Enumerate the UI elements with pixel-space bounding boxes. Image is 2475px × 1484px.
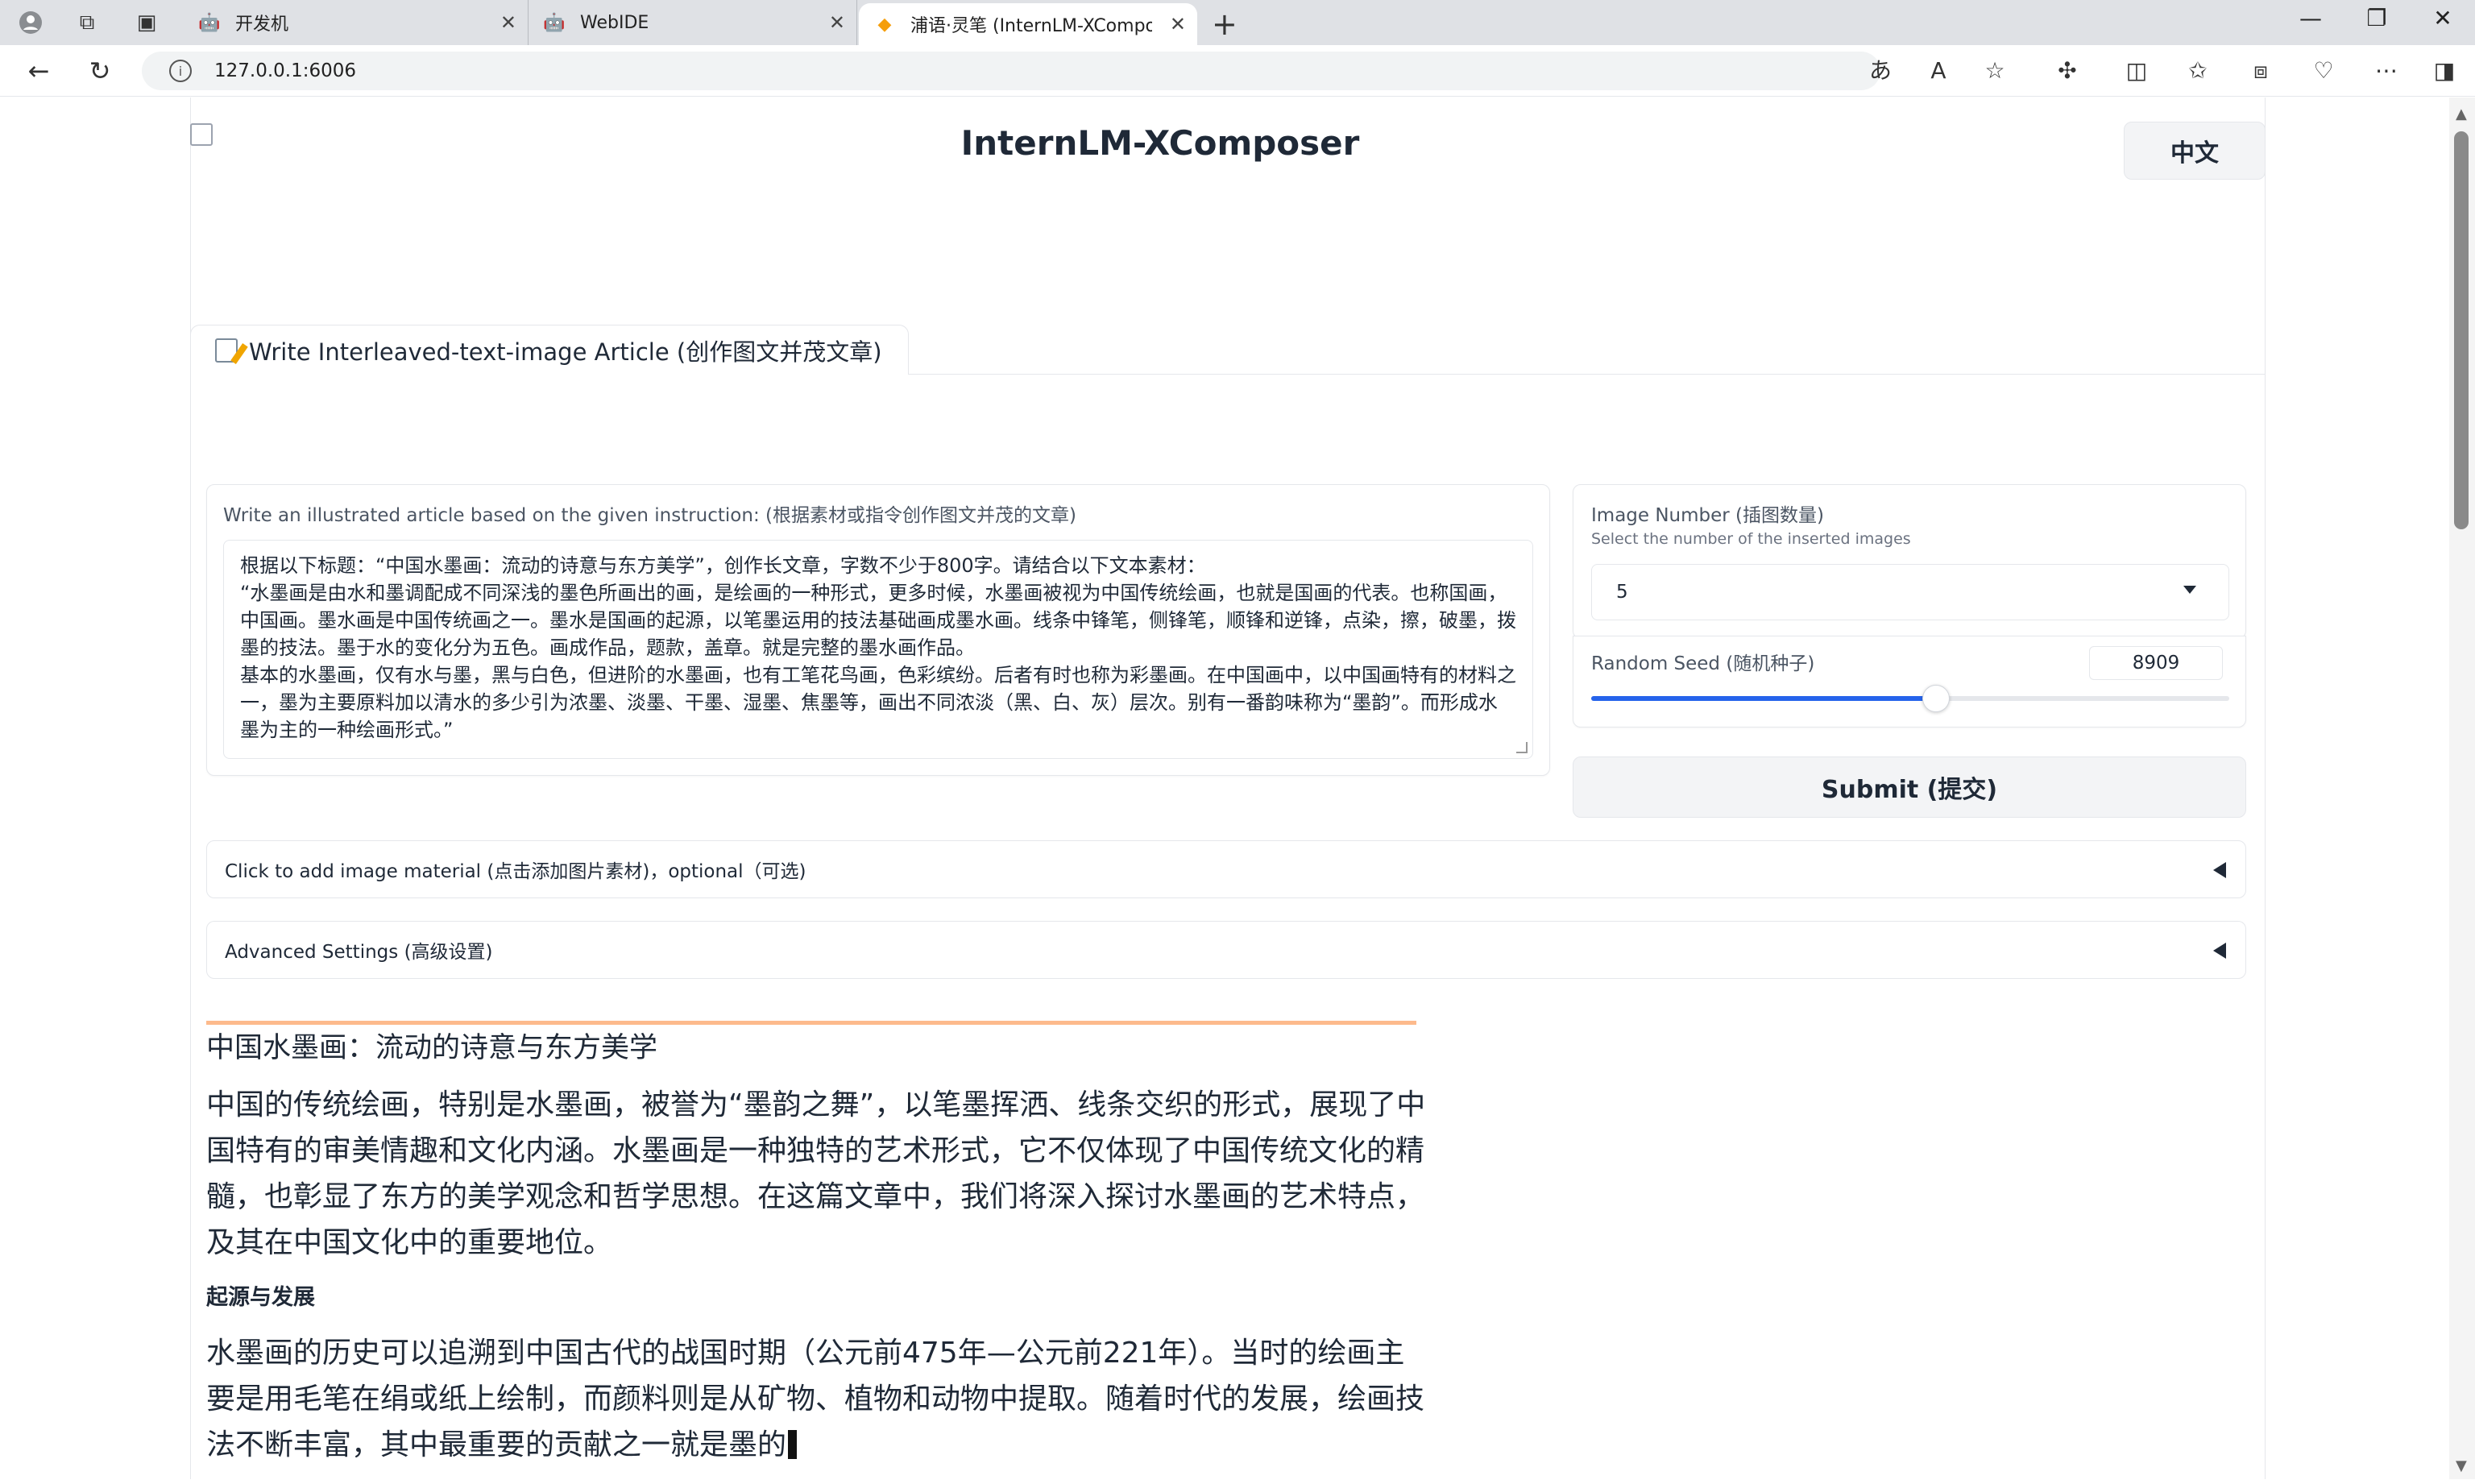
scroll-up-icon[interactable]: ▲ <box>2456 106 2467 122</box>
gradio-favicon-icon: ◆ <box>877 14 892 35</box>
tab-devmachine[interactable]: 🤖 开发机 ✕ <box>184 0 529 45</box>
new-tab-icon[interactable]: + <box>1212 6 1238 42</box>
generated-article: 中国水墨画：流动的诗意与东方美学 中国的传统绘画，特别是水墨画，被誉为“墨韵之舞… <box>206 1027 1431 1484</box>
minimize-icon[interactable]: — <box>2286 5 2335 31</box>
random-seed-block: Random Seed (随机种子) 8909 <box>1573 636 2246 727</box>
sidebar-icon[interactable]: ◨ <box>2428 56 2460 85</box>
instruction-block: Write an illustrated article based on th… <box>206 484 1550 776</box>
close-tab-icon[interactable]: ✕ <box>829 11 845 34</box>
close-tab-icon[interactable]: ✕ <box>500 11 516 34</box>
page-scrollbar[interactable]: ▲ ▼ <box>2449 97 2475 1479</box>
article-section-text: 水墨画的历史可以追溯到中国古代的战国时期（公元前475年—公元前221年）。当时… <box>206 1337 1425 1461</box>
address-bar[interactable]: i 127.0.0.1:6006 <box>142 52 1880 90</box>
split-screen-icon[interactable]: ◫ <box>2121 56 2153 85</box>
robot-favicon-icon: 🤖 <box>198 12 221 33</box>
instruction-textarea[interactable]: 根据以下标题：“中国水墨画：流动的诗意与东方美学”，创作长文章，字数不少于800… <box>223 540 1533 759</box>
slider-thumb[interactable] <box>1922 685 1950 712</box>
tab-write-article[interactable]: Write Interleaved-text-image Article (创作… <box>190 325 909 375</box>
slider-fill <box>1591 696 1936 701</box>
extensions-icon[interactable]: ✣ <box>2051 56 2083 85</box>
memo-icon <box>215 338 238 363</box>
favorites-icon[interactable]: ✩ <box>2182 56 2214 85</box>
image-number-label: Image Number (插图数量) <box>1591 505 1824 526</box>
submit-button[interactable]: Submit (提交) <box>1573 757 2246 818</box>
instruction-label: Write an illustrated article based on th… <box>223 505 1076 526</box>
workspaces-icon[interactable]: ⧉ <box>71 8 103 37</box>
collapse-triangle-icon <box>2213 943 2226 959</box>
scroll-down-icon[interactable]: ▼ <box>2456 1457 2467 1474</box>
dropdown-caret-icon <box>2183 586 2196 594</box>
vertical-tabs-icon[interactable]: ▣ <box>131 8 163 37</box>
page-content: InternLM-XComposer 中文 Write Interleaved-… <box>0 97 2449 1479</box>
random-seed-input[interactable]: 8909 <box>2089 646 2223 680</box>
profile-icon[interactable] <box>15 8 47 37</box>
read-aloud-icon[interactable]: A <box>1922 56 1955 85</box>
random-seed-label: Random Seed (随机种子) <box>1591 653 1815 674</box>
browser-essentials-icon[interactable]: ♡ <box>2307 56 2340 85</box>
image-number-dropdown[interactable]: 5 <box>1591 564 2229 620</box>
advanced-settings-accordion[interactable]: Advanced Settings (高级设置) <box>206 921 2246 979</box>
tab-webide[interactable]: 🤖 WebIDE ✕ <box>529 0 857 45</box>
site-info-icon[interactable]: i <box>169 60 192 82</box>
favorite-star-icon[interactable]: ☆ <box>1979 56 2011 85</box>
language-toggle-button[interactable]: 中文 <box>2124 122 2266 180</box>
browser-toolbar: ← ↻ i 127.0.0.1:6006 あ A ☆ ✣ ◫ ✩ ⧈ ♡ ⋯ ◨ <box>0 45 2475 97</box>
image-number-sublabel: Select the number of the inserted images <box>1591 530 1911 548</box>
tab-internlm-xcomposer[interactable]: ◆ 浦语·灵笔 (InternLM-XComposer) ✕ <box>859 3 1197 45</box>
url-text: 127.0.0.1:6006 <box>214 60 357 81</box>
settings-more-icon[interactable]: ⋯ <box>2370 56 2402 85</box>
reload-icon[interactable]: ↻ <box>84 56 116 85</box>
article-tab-panel: Write an illustrated article based on th… <box>190 374 2266 1479</box>
browser-tab-bar: ⧉ ▣ 🤖 开发机 ✕ 🤖 WebIDE ✕ ◆ 浦语·灵笔 (InternLM… <box>0 0 2475 45</box>
collapse-triangle-icon <box>2213 862 2226 878</box>
page-title: InternLM-XComposer <box>960 123 1360 163</box>
image-material-accordion[interactable]: Click to add image material (点击添加图片素材)，o… <box>206 840 2246 898</box>
robot-favicon-icon: 🤖 <box>543 12 566 33</box>
collections-icon[interactable]: ⧈ <box>2245 56 2277 85</box>
close-tab-icon[interactable]: ✕ <box>1170 13 1186 35</box>
restore-icon[interactable]: ❐ <box>2353 5 2401 31</box>
article-title: 中国水墨画：流动的诗意与东方美学 <box>206 1032 658 1064</box>
scrollbar-thumb[interactable] <box>2454 131 2469 529</box>
random-seed-slider[interactable] <box>1591 685 2229 712</box>
close-window-icon[interactable]: ✕ <box>2419 5 2467 31</box>
translate-icon[interactable]: あ <box>1864 56 1897 85</box>
back-icon[interactable]: ← <box>23 56 55 85</box>
resize-handle-icon[interactable] <box>1516 742 1528 753</box>
article-intro: 中国的传统绘画，特别是水墨画，被誉为“墨韵之舞”，以笔墨挥洒、线条交织的形式，展… <box>206 1088 1426 1259</box>
image-number-block: Image Number (插图数量) Select the number of… <box>1573 484 2246 639</box>
typing-cursor <box>788 1430 798 1459</box>
article-section-title: 起源与发展 <box>206 1285 315 1310</box>
generation-progress-bar <box>206 1021 1416 1025</box>
